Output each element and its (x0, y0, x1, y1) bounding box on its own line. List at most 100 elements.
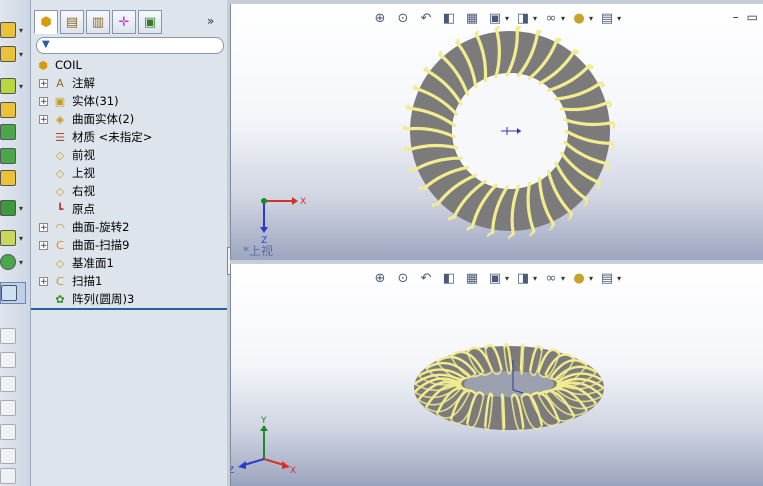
expand-icon[interactable]: + (39, 222, 48, 232)
graphics-viewport-bottom[interactable]: ⊕ ⊙ ↶ ◧ ▦ ▣▾ ◨▾ ∞▾ ●▾ ▤▾ Y X Z (230, 264, 763, 486)
material-icon: ☰ (55, 130, 65, 144)
plane-icon: ◇ (55, 184, 65, 198)
tree-item-label: 上视 (72, 166, 95, 180)
cube-view-icon (0, 328, 16, 344)
curves-button[interactable]: ▾ (0, 252, 24, 272)
toroid-coil-model[interactable] (413, 342, 605, 433)
dimxpert-tab[interactable]: ✛ (112, 10, 136, 34)
hole-icon (0, 170, 16, 186)
coil-hook (487, 231, 494, 238)
tree-item[interactable]: ◇ 右视 (31, 182, 227, 200)
sweep-icon: ᑕ (55, 274, 65, 288)
swept-boss-button[interactable]: ▾ (0, 76, 24, 96)
instant3d-button[interactable] (0, 282, 26, 304)
sweep-icon (0, 78, 16, 94)
linear-pattern-button[interactable]: ▾ (0, 198, 24, 218)
tree-item[interactable]: + ▣ 实体(31) (31, 92, 227, 110)
expand-icon[interactable]: + (39, 96, 48, 106)
tree-item[interactable]: ✿ 阵列(圆周)3 (31, 290, 227, 308)
view-isometric-button[interactable] (0, 466, 24, 486)
cut-icon (0, 124, 16, 140)
filter-icon: ▼ (42, 39, 50, 50)
expand-icon[interactable]: + (39, 114, 48, 124)
rollback-bar[interactable] (31, 308, 227, 310)
circular-pattern-icon: ✿ (55, 292, 65, 306)
tree-item[interactable]: ⬢ COIL (31, 56, 227, 74)
svg-text:X: X (290, 466, 296, 476)
dropdown-arrow-icon: ▾ (19, 49, 24, 59)
tree-item[interactable]: ◇ 前视 (31, 146, 227, 164)
dropdown-arrow-icon: ▾ (19, 203, 24, 213)
coil-hook (556, 38, 562, 44)
tree-item-label: 基准面1 (72, 256, 114, 270)
extruded-boss-button[interactable]: ▾ (0, 20, 24, 40)
part-icon: ⬢ (38, 58, 48, 72)
display-manager-tab[interactable]: ▣ (138, 10, 162, 34)
cube-view-icon (0, 376, 16, 392)
annotations-icon: A (56, 76, 64, 90)
tree-filter-input[interactable]: ▼ (36, 37, 224, 54)
sweep-surface-icon: ᑕ (55, 238, 65, 252)
tree-item-label: 材质 <未指定> (72, 130, 153, 144)
tree-item[interactable]: ◇ 基准面1 (31, 254, 227, 272)
expand-icon[interactable]: + (39, 240, 48, 250)
extrude-icon (0, 22, 16, 38)
plane-icon: ◇ (55, 256, 65, 270)
svg-text:Y: Y (260, 416, 267, 426)
view-back-button[interactable] (0, 350, 24, 370)
tree-item[interactable]: + ᑕ 曲面-扫描9 (31, 236, 227, 254)
display-icon: ▣ (143, 14, 157, 30)
tree-item[interactable]: ☰ 材质 <未指定> (31, 128, 227, 146)
view-right-button[interactable] (0, 398, 24, 418)
instant3d-icon (1, 285, 17, 301)
lofted-boss-button[interactable] (0, 100, 24, 120)
tree-item-label: 阵列(圆周)3 (72, 292, 135, 306)
part-icon: ⬢ (40, 14, 52, 30)
tree-item-label: 扫描1 (72, 274, 103, 288)
dropdown-arrow-icon: ▾ (19, 257, 24, 267)
origin-icon: ┗ (56, 202, 64, 216)
cube-view-icon (0, 448, 16, 464)
command-toolbar: ▾ ▾ ▾ ▾ ▾ ▾ (0, 0, 31, 486)
feature-tree: ⬢ COIL + A 注解 + ▣ 实体(31) + ◈ 曲面实体(2) ☰ 材质 <未指定> ◇ 前视 ◇ 上… (31, 56, 227, 308)
tree-item[interactable]: ◇ 上视 (31, 164, 227, 182)
cube-view-icon (0, 352, 16, 368)
coil-hook (448, 216, 454, 222)
revolved-cut-button[interactable] (0, 146, 24, 166)
view-bottom-button[interactable] (0, 446, 24, 466)
view-top-button[interactable] (0, 422, 24, 442)
configuration-manager-tab[interactable]: ▥ (86, 10, 110, 34)
property-manager-tab[interactable]: ▤ (60, 10, 84, 34)
tree-item-label: 原点 (72, 202, 95, 216)
cube-view-icon (0, 400, 16, 416)
extruded-cut-button[interactable] (0, 122, 24, 142)
tree-item[interactable]: + ◈ 曲面实体(2) (31, 110, 227, 128)
view-left-button[interactable] (0, 374, 24, 394)
coil-hook (600, 81, 605, 88)
view-front-button[interactable] (0, 326, 24, 346)
tree-item-label: 右视 (72, 184, 95, 198)
expand-icon[interactable]: + (39, 78, 48, 88)
tree-item-label: 曲面实体(2) (72, 112, 135, 126)
graphics-viewport-top[interactable]: ⊕ ⊙ ↶ ◧ ▦ ▣▾ ◨▾ ∞▾ ●▾ ▤▾ – ▭ X Z *上 (230, 4, 763, 260)
curve-icon (0, 254, 16, 270)
hole-wizard-button[interactable] (0, 168, 24, 188)
more-tabs-button[interactable]: » (207, 14, 214, 28)
tree-item[interactable]: + ᑕ 扫描1 (31, 272, 227, 290)
expand-icon[interactable]: + (39, 276, 48, 286)
toroid-coil-model[interactable] (402, 25, 616, 240)
coil-hook (466, 225, 473, 232)
tree-item[interactable]: + A 注解 (31, 74, 227, 92)
cube-view-icon (0, 424, 16, 440)
reference-geometry-button[interactable]: ▾ (0, 228, 24, 248)
dropdown-arrow-icon: ▾ (19, 25, 24, 35)
solid-bodies-icon: ▣ (54, 94, 66, 108)
tree-item[interactable]: ┗ 原点 (31, 200, 227, 218)
revolved-boss-button[interactable]: ▾ (0, 44, 24, 64)
tree-item[interactable]: + ◠ 曲面-旋转2 (31, 218, 227, 236)
revolve-surface-icon: ◠ (55, 220, 65, 234)
tree-item-label: 前视 (72, 148, 95, 162)
coil-hook (583, 199, 589, 206)
feature-manager-tab[interactable]: ⬢ (34, 10, 58, 34)
plane-icon: ◇ (55, 166, 65, 180)
